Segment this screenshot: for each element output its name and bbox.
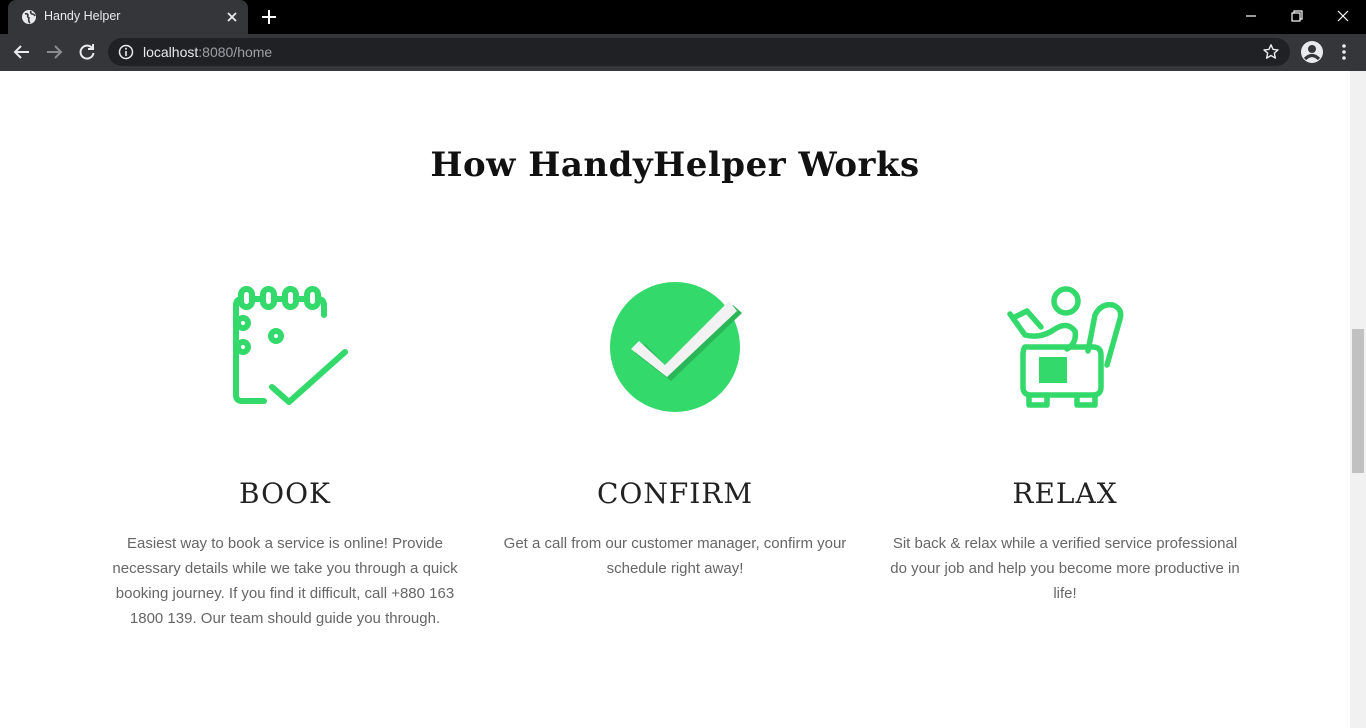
feature-heading-relax: RELAX: [1012, 477, 1118, 510]
window-close-icon[interactable]: [1334, 7, 1352, 25]
info-icon[interactable]: [118, 44, 134, 60]
browser-tab[interactable]: Handy Helper: [8, 0, 248, 34]
kebab-menu-icon[interactable]: [1336, 42, 1352, 62]
calendar-check-icon: [233, 286, 348, 405]
tab-strip: Handy Helper: [0, 0, 1366, 34]
url-text[interactable]: localhost:8080/home: [143, 44, 272, 60]
url-path: :8080/home: [198, 44, 273, 60]
page-content: How HandyHelper Works BOOK CONFIRM RELAX…: [0, 71, 1350, 728]
feature-text-relax: Sit back & relax while a verified servic…: [890, 535, 1240, 602]
relax-chair-icon: [1007, 286, 1124, 408]
forward-arrow-icon[interactable]: [44, 42, 64, 62]
close-tab-icon[interactable]: [224, 9, 240, 25]
new-tab-icon[interactable]: [261, 9, 277, 25]
bookmark-star-icon[interactable]: [1262, 43, 1280, 61]
feature-heading-book: BOOK: [239, 477, 331, 510]
url-host: localhost: [143, 44, 199, 60]
tab-title: Handy Helper: [44, 9, 121, 23]
globe-icon: [22, 10, 36, 24]
check-circle-icon: [610, 282, 742, 412]
restore-icon[interactable]: [1288, 7, 1306, 25]
feature-text-confirm: Get a call from our customer manager, co…: [503, 535, 847, 577]
vertical-scrollbar[interactable]: [1350, 71, 1366, 728]
back-arrow-icon[interactable]: [12, 42, 32, 62]
feature-text-book: Easiest way to book a service is online!…: [112, 535, 458, 627]
scrollbar-thumb[interactable]: [1352, 329, 1364, 473]
address-bar[interactable]: localhost:8080/home: [108, 38, 1290, 66]
minimize-icon[interactable]: [1242, 7, 1260, 25]
browser-toolbar: localhost:8080/home: [0, 34, 1366, 71]
profile-avatar-icon[interactable]: [1300, 40, 1324, 64]
reload-icon[interactable]: [77, 42, 97, 62]
section-title: How HandyHelper Works: [430, 145, 920, 185]
feature-heading-confirm: CONFIRM: [596, 477, 754, 510]
